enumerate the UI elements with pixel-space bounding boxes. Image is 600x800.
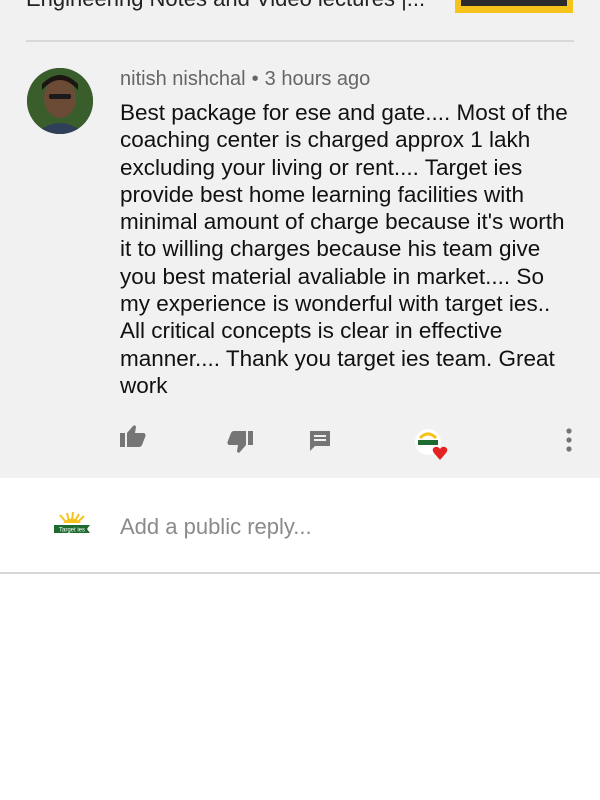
comment-time: 3 hours ago — [264, 68, 371, 90]
creator-heart-icon[interactable] — [414, 428, 450, 460]
author-name[interactable]: nitish nishchal — [120, 68, 246, 90]
comment-icon[interactable] — [308, 429, 332, 453]
channel-logo: Target ies — [52, 510, 92, 542]
comment-thread-page: Engineering Notes and Video lectures |..… — [0, 0, 600, 800]
video-thumbnail[interactable] — [455, 0, 573, 13]
reply-input[interactable] — [120, 512, 560, 542]
video-header[interactable]: Engineering Notes and Video lectures |..… — [0, 0, 600, 14]
thumb-down-icon[interactable] — [226, 430, 254, 454]
divider — [0, 572, 600, 574]
comment-body: Best package for ese and gate.... Most o… — [120, 100, 568, 398]
thumbnail-banner — [461, 0, 567, 6]
video-title[interactable]: Engineering Notes and Video lectures |..… — [26, 0, 436, 12]
thumb-up-icon[interactable] — [119, 424, 147, 448]
more-vert-icon[interactable] — [560, 427, 578, 453]
logo-text: Target ies — [59, 528, 85, 534]
author-avatar[interactable] — [27, 68, 93, 134]
comment-area: Engineering Notes and Video lectures |..… — [0, 0, 600, 478]
comment-meta: nitish nishchal • 3 hours ago — [120, 68, 370, 91]
divider — [26, 40, 574, 42]
meta-separator: • — [251, 68, 259, 90]
